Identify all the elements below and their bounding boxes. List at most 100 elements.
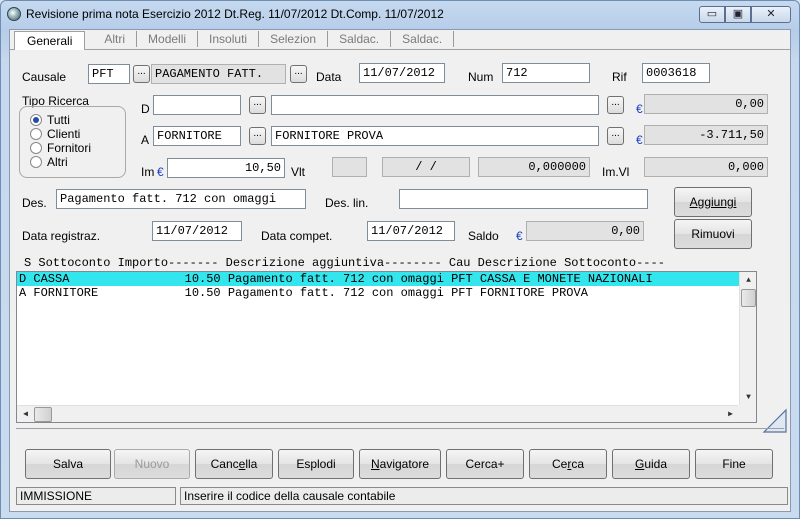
tab-insoluti[interactable]: Insoluti [197,31,258,47]
causale-lookup-button[interactable]: ... [133,65,150,83]
tab-modelli[interactable]: Modelli [136,31,197,47]
a-desc-lookup-button[interactable]: ... [607,127,624,145]
aggiungi-label: Aggiungi [689,195,737,209]
causale-code-field[interactable]: PFT [88,64,130,84]
window-title: Revisione prima nota Esercizio 2012 Dt.R… [26,7,444,21]
tab-saldac-2[interactable]: Saldac. [390,31,453,47]
cerca-button[interactable]: Cerca [529,449,607,479]
tab-selezion[interactable]: Selezion [258,31,327,47]
cerca-plus-button[interactable]: Cerca+ [446,449,524,479]
euro-icon: € [636,133,643,147]
d-amount-field: 0,00 [644,94,768,114]
esplodi-button[interactable]: Esplodi [278,449,354,479]
vlt-field [332,157,367,177]
radio-fornitori[interactable] [30,142,42,154]
scroll-down-icon[interactable]: ▼ [740,389,757,406]
causale-desc-lookup-button[interactable]: ... [290,65,307,83]
cerca-label: Cerca [551,457,585,471]
nuovo-button[interactable]: Nuovo [114,449,190,479]
a-code-lookup-button[interactable]: ... [249,127,266,145]
cancella-label: Cancella [210,457,258,471]
datacomp-field[interactable]: 11/07/2012 [367,221,455,241]
app-window: Revisione prima nota Esercizio 2012 Dt.R… [0,0,800,519]
radio-clienti-label: Clienti [47,127,81,141]
euro-icon: € [157,165,164,179]
minimize-button[interactable]: ▭ [699,6,725,23]
title-bar[interactable]: Revisione prima nota Esercizio 2012 Dt.R… [1,1,799,27]
toolbar-separator [16,428,784,429]
num-field[interactable]: 712 [502,63,590,83]
radio-altri-label: Altri [47,155,68,169]
horizontal-scroll-thumb[interactable] [34,407,52,422]
tab-divider [453,31,455,47]
fine-button[interactable]: Fine [695,449,773,479]
des-label: Des. [22,196,47,210]
rif-field[interactable]: 0003618 [642,63,710,83]
rimuovi-button[interactable]: Rimuovi [674,219,752,249]
close-button[interactable]: ✕ [751,6,791,23]
tab-strip: Generali Altri Modelli Insoluti Selezion… [10,30,790,50]
radio-clienti[interactable] [30,128,42,140]
horizontal-scrollbar[interactable]: ◀ ▶ [17,405,739,422]
vertical-scrollbar[interactable]: ▲ ▼ [739,272,756,406]
navigatore-label: Navigatore [370,457,430,471]
salva-button[interactable]: Salva [25,449,111,479]
imvl-label: Im.Vl [602,165,630,179]
rif-label: Rif [612,70,627,84]
radio-altri[interactable] [30,156,42,168]
guida-button[interactable]: Guida [612,449,690,479]
scroll-up-icon[interactable]: ▲ [740,272,757,289]
im-field[interactable]: 10,50 [167,158,285,178]
data-field[interactable]: 11/07/2012 [359,63,445,83]
saldo-field: 0,00 [526,221,644,241]
d-code-lookup-button[interactable]: ... [249,96,266,114]
vertical-scroll-thumb[interactable] [741,289,756,307]
aggiungi-button[interactable]: Aggiungi [674,187,752,217]
euro-icon: € [636,102,643,116]
status-mode: IMMISSIONE [16,487,176,505]
list-header: S Sottoconto Importo------- Descrizione … [24,256,665,270]
tab-saldac-1[interactable]: Saldac. [327,31,390,47]
tab-generali[interactable]: Generali [14,31,86,50]
euro-icon: € [516,229,523,243]
a-code-field[interactable]: FORNITORE [153,126,241,146]
radio-fornitori-label: Fornitori [47,141,92,155]
causale-label: Causale [22,70,67,84]
radio-tutti[interactable] [30,114,42,126]
vlt-label: Vlt [291,165,306,179]
causale-desc-field: PAGAMENTO FATT. [151,64,286,84]
scroll-right-icon[interactable]: ▶ [722,406,739,423]
deslin-label: Des. lin. [325,196,369,210]
maximize-button[interactable]: ▣ [725,6,751,23]
list-item[interactable]: A FORNITORE 10.50 Pagamento fatt. 712 co… [17,286,739,300]
datacomp-label: Data compet. [261,229,333,243]
scroll-left-icon[interactable]: ◀ [17,406,34,423]
a-desc-field[interactable]: FORNITORE PROVA [271,126,599,146]
a-amount-field: -3.711,50 [644,125,768,145]
app-icon [7,7,21,21]
imvl-field: 0,000 [644,157,768,177]
im-label: Im [141,165,155,179]
des-field[interactable]: Pagamento fatt. 712 con omaggi [56,189,306,209]
d-desc-lookup-button[interactable]: ... [607,96,624,114]
a-label: A [141,133,150,147]
list-item[interactable]: D CASSA 10.50 Pagamento fatt. 712 con om… [17,272,739,286]
radio-tutti-label: Tutti [47,113,70,127]
saldo-label: Saldo [468,229,499,243]
d-code-field[interactable] [153,95,241,115]
cancella-button[interactable]: Cancella [195,449,273,479]
datareg-label: Data registraz. [22,229,101,243]
deslin-field[interactable] [399,189,648,209]
tab-altri[interactable]: Altri [93,31,136,47]
resize-grip-icon[interactable] [762,408,788,434]
num-label: Num [468,70,494,84]
status-hint: Inserire il codice della causale contabi… [180,487,788,505]
cambio-date-field: / / [382,157,470,177]
datareg-field[interactable]: 11/07/2012 [152,221,242,241]
d-desc-field[interactable] [271,95,599,115]
movements-list[interactable]: D CASSA 10.50 Pagamento fatt. 712 con om… [16,271,757,423]
navigatore-button[interactable]: Navigatore [359,449,441,479]
cambio-field: 0,000000 [478,157,590,177]
scroll-corner [738,405,756,422]
data-label: Data [316,70,342,84]
